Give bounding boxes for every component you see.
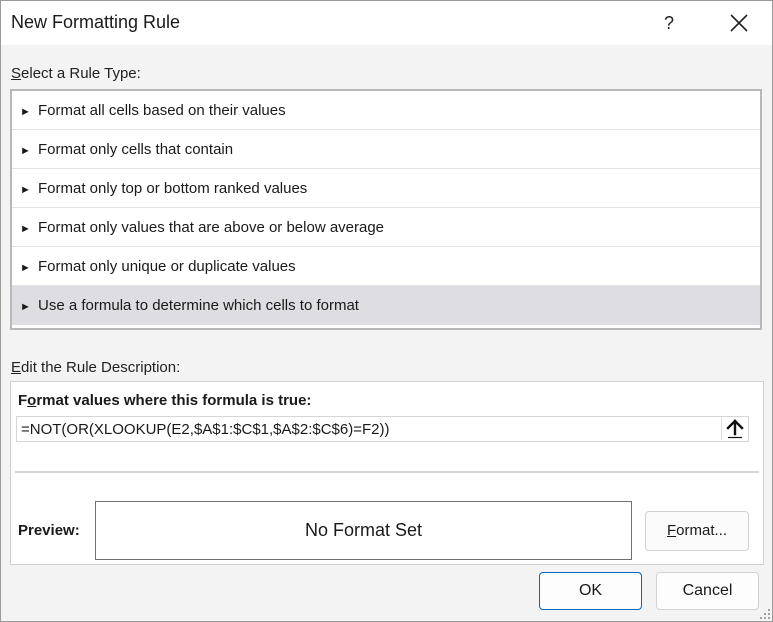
rule-type-label: Format all cells based on their values	[38, 102, 286, 119]
rule-type-item[interactable]: ► Format only values that are above or be…	[12, 208, 760, 247]
rule-type-item[interactable]: ► Format only top or bottom ranked values	[12, 169, 760, 208]
bullet-arrow-icon: ►	[20, 301, 31, 313]
bullet-arrow-icon: ►	[20, 184, 31, 196]
close-button[interactable]	[721, 7, 757, 39]
cancel-button[interactable]: Cancel	[656, 572, 759, 610]
rule-type-item[interactable]: ► Format only cells that contain	[12, 130, 760, 169]
select-rule-type-label: Select a Rule Type:	[11, 65, 141, 82]
formula-caption: Format values where this formula is true…	[18, 392, 312, 409]
bullet-arrow-icon: ►	[20, 145, 31, 157]
title-bar[interactable]: New Formatting Rule ?	[1, 1, 772, 45]
rule-type-label: Format only values that are above or bel…	[38, 219, 385, 236]
close-icon	[730, 14, 748, 32]
resize-grip-icon[interactable]	[759, 608, 771, 620]
rule-type-label: Format only cells that contain	[38, 141, 234, 158]
bullet-arrow-icon: ►	[20, 223, 31, 235]
collapse-dialog-button[interactable]	[721, 418, 748, 440]
rule-type-item[interactable]: ► Format only unique or duplicate values	[12, 247, 760, 286]
rule-description-panel: Format values where this formula is true…	[10, 381, 764, 565]
new-formatting-rule-dialog: New Formatting Rule ? Select a Rule Type…	[0, 0, 773, 622]
rule-type-label: Format only top or bottom ranked values	[38, 180, 308, 197]
format-button[interactable]: Format...	[645, 511, 749, 551]
rule-type-list[interactable]: ► Format all cells based on their values …	[10, 89, 762, 330]
dialog-title: New Formatting Rule	[11, 12, 181, 32]
edit-rule-description-label: Edit the Rule Description:	[11, 359, 181, 376]
rule-type-item-selected[interactable]: ► Use a formula to determine which cells …	[12, 286, 760, 325]
rule-type-label: Use a formula to determine which cells t…	[38, 297, 359, 314]
rule-type-label: Format only unique or duplicate values	[38, 258, 296, 275]
bullet-arrow-icon: ►	[20, 106, 31, 118]
preview-label: Preview:	[18, 522, 80, 539]
collapse-arrow-up-icon	[726, 419, 744, 439]
ok-button[interactable]: OK	[539, 572, 642, 610]
formula-input[interactable]	[16, 416, 749, 442]
preview-box: No Format Set	[95, 501, 632, 560]
help-button[interactable]: ?	[653, 7, 685, 39]
divider	[15, 471, 759, 473]
bullet-arrow-icon: ►	[20, 262, 31, 274]
rule-type-item[interactable]: ► Format all cells based on their values	[12, 91, 760, 130]
